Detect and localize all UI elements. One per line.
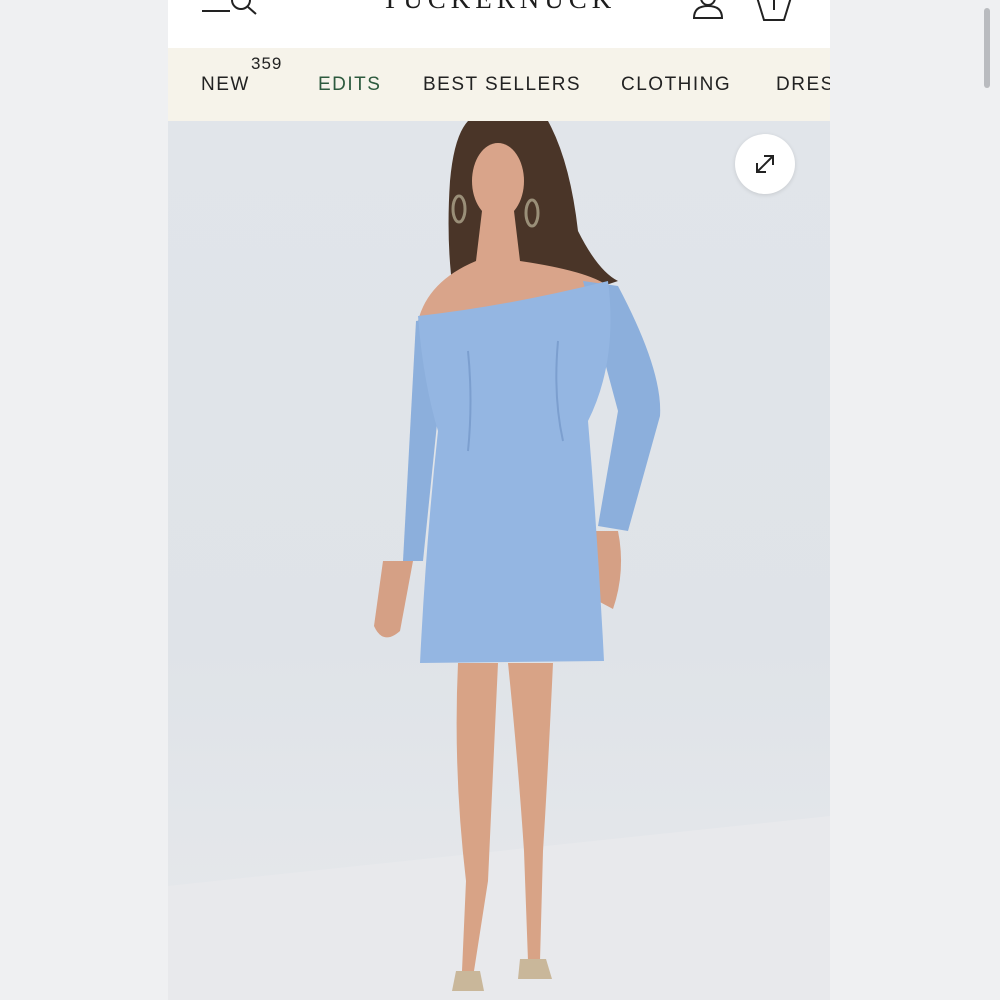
site-header: TUCKERNUCK xyxy=(168,0,830,48)
expand-image-button[interactable] xyxy=(735,134,795,194)
nav-item-dresses[interactable]: DRES xyxy=(776,74,830,96)
page-scrollbar[interactable] xyxy=(984,8,990,88)
product-image[interactable] xyxy=(168,121,830,1000)
nav-item-clothing[interactable]: CLOTHING xyxy=(621,74,731,96)
nav-item-new[interactable]: NEW xyxy=(201,74,250,96)
new-count-badge: 359 xyxy=(251,54,283,73)
category-nav: NEW 359 EDITS BEST SELLERS CLOTHING DRES xyxy=(168,48,830,121)
site-logo[interactable]: TUCKERNUCK xyxy=(168,0,830,15)
account-icon[interactable] xyxy=(692,0,724,20)
nav-item-best-sellers[interactable]: BEST SELLERS xyxy=(423,74,581,96)
expand-arrows-icon xyxy=(756,155,774,173)
mobile-page: TUCKERNUCK NEW 359 EDITS BEST SELLERS CL… xyxy=(168,0,830,1000)
model-photo xyxy=(168,121,830,1000)
nav-item-edits[interactable]: EDITS xyxy=(318,74,381,96)
shopping-bag-icon[interactable] xyxy=(752,0,796,22)
